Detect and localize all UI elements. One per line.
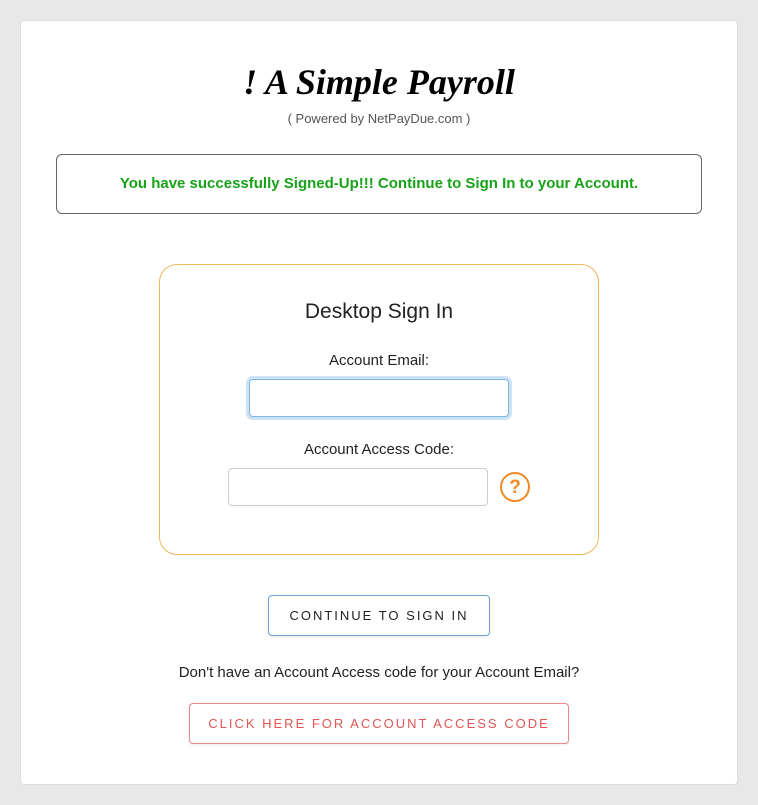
question-mark-icon: ? (509, 478, 521, 497)
signin-panel: Desktop Sign In Account Email: Account A… (159, 264, 599, 555)
get-access-code-button[interactable]: CLICK HERE FOR ACCOUNT ACCESS CODE (189, 703, 569, 744)
brand-title: ! A Simple Payroll (56, 61, 702, 103)
email-input[interactable] (249, 379, 509, 417)
success-banner: You have successfully Signed-Up!!! Conti… (56, 154, 702, 214)
continue-signin-button[interactable]: CONTINUE TO SIGN IN (268, 595, 489, 636)
panel-title: Desktop Sign In (190, 300, 568, 324)
help-icon[interactable]: ? (500, 472, 530, 502)
success-message: You have successfully Signed-Up!!! Conti… (120, 175, 638, 192)
code-label: Account Access Code: (190, 441, 568, 458)
email-label: Account Email: (190, 352, 568, 369)
main-card: ! A Simple Payroll ( Powered by NetPayDu… (20, 20, 738, 785)
access-code-input[interactable] (228, 468, 488, 506)
actions-area: CONTINUE TO SIGN IN Don't have an Accoun… (56, 595, 702, 744)
helper-text: Don't have an Account Access code for yo… (56, 664, 702, 681)
brand-subtitle: ( Powered by NetPayDue.com ) (56, 111, 702, 126)
email-row (190, 379, 568, 417)
code-row: ? (190, 468, 568, 506)
